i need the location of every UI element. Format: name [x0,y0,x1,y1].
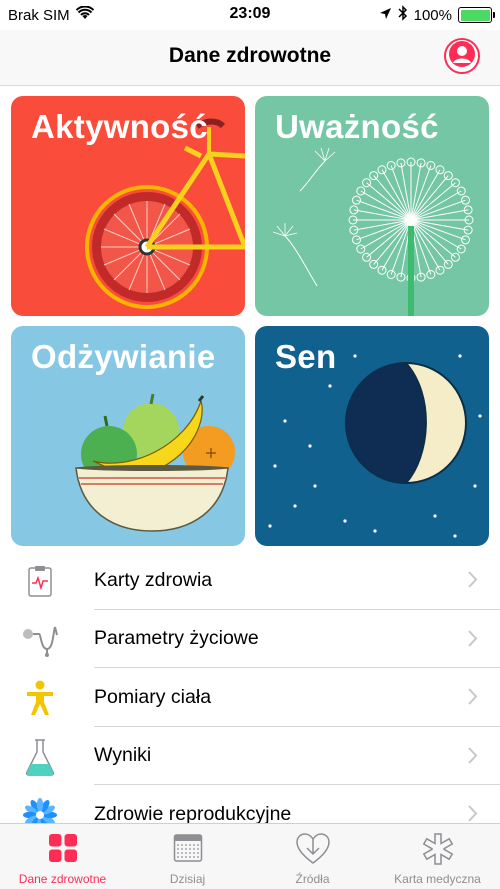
grid-icon [48,833,78,868]
tab-label: Dane zdrowotne [18,872,107,886]
battery-icon [458,7,495,23]
list-item-health-records[interactable]: Karty zdrowia [0,551,500,610]
tab-label: Dzisiaj [169,872,206,886]
list-item-label: Pomiary ciała [94,685,212,708]
tab-health-data[interactable]: Dane zdrowotne [0,824,125,889]
chevron-right-icon [468,688,478,710]
tab-label: Karta medyczna [394,872,481,886]
status-bar: Brak SIM 23:09 100% [0,0,500,30]
bluetooth-icon [398,5,408,25]
category-title: Aktywność [31,108,208,145]
battery-percent: 100% [413,6,452,24]
tab-sources[interactable]: Źródła [250,824,375,889]
category-tile-activity[interactable]: Aktywność [11,96,245,316]
list-item-body-measurements[interactable]: Pomiary ciała [0,668,500,727]
calendar-icon [173,833,203,868]
tab-today[interactable]: Dzisiaj [125,824,250,889]
status-right: 100% [379,5,495,25]
category-title: Sen [275,338,337,375]
list-item-label: Wyniki [94,744,152,767]
lab-flask-icon [18,737,62,777]
page-title: Dane zdrowotne [168,44,332,67]
list-item-lab-results[interactable]: Wyniki [0,727,500,785]
navigation-bar: Dane zdrowotne [0,30,500,86]
category-tile-mindfulness[interactable]: Uważność [255,96,489,316]
list-item-label: Parametry życiowe [94,627,259,650]
clipboard-heartbeat-icon [18,561,62,601]
person-icon [449,40,475,72]
chevron-right-icon [468,629,478,652]
location-arrow-icon [379,7,392,24]
category-title: Uważność [275,108,439,145]
chevron-right-icon [468,571,478,593]
profile-button[interactable] [444,38,480,74]
body-figure-icon [18,678,62,718]
tab-label: Źródła [295,872,330,886]
category-title: Odżywianie [31,338,216,375]
stethoscope-icon [18,620,62,660]
list-item-label: Karty zdrowia [94,568,213,591]
category-list: Karty zdrowia Parametry życiowe Pomiary … [0,551,500,844]
medical-asterisk-icon [422,833,454,870]
tab-medical-id[interactable]: Karta medyczna [375,824,500,889]
download-heart-icon [295,833,330,870]
tab-bar: Dane zdrowotne Dzisiaj Źródła Karta medy… [0,823,500,889]
list-item-vitals[interactable]: Parametry życiowe [0,610,500,668]
category-tile-sleep[interactable]: Sen [255,326,489,546]
chevron-right-icon [468,746,478,769]
category-tile-nutrition[interactable]: Odżywianie [11,326,245,546]
